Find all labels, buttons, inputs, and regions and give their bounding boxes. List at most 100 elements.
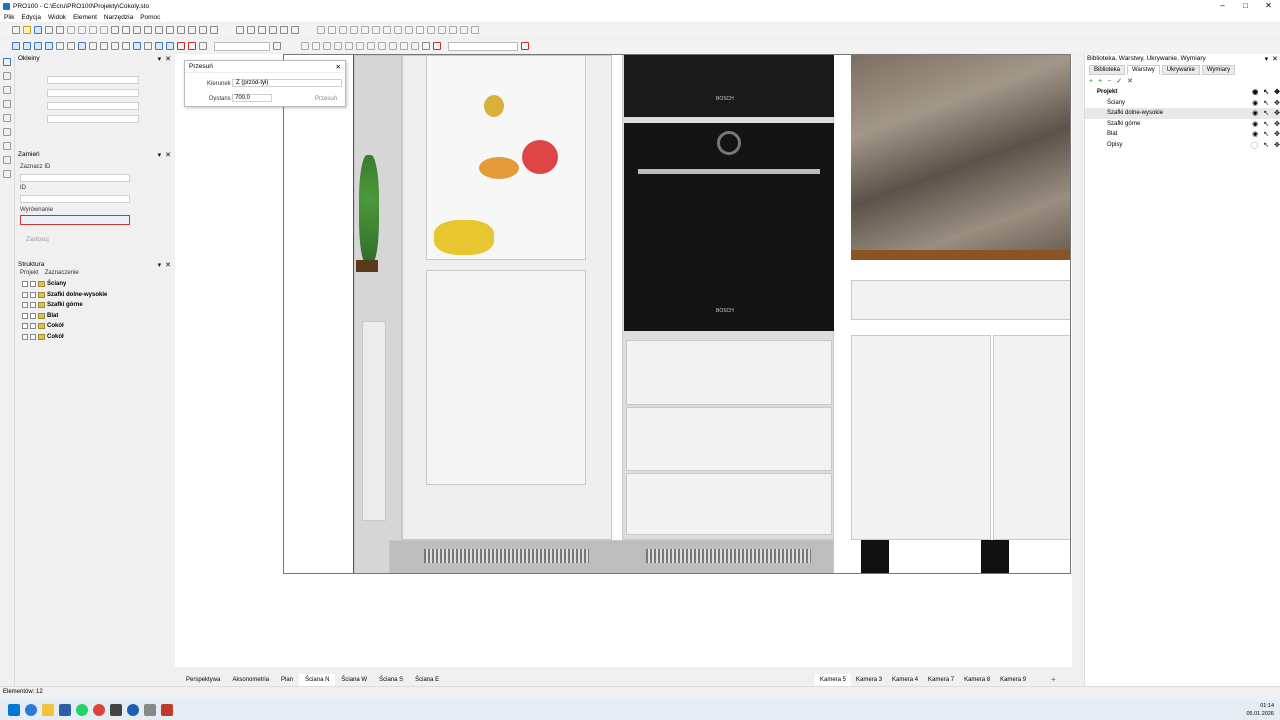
- maximize-button[interactable]: □: [1234, 0, 1257, 12]
- tool-d-icon[interactable]: [334, 42, 342, 50]
- fill-tool-icon[interactable]: [3, 128, 11, 136]
- explorer-icon[interactable]: [42, 704, 54, 716]
- zoom-select[interactable]: [214, 41, 270, 51]
- ungroup-icon[interactable]: [449, 26, 457, 34]
- layer-row[interactable]: Szafki górne ◉ ↖ ✥: [1085, 119, 1280, 130]
- move-icon[interactable]: [199, 26, 207, 34]
- settings-icon[interactable]: [133, 26, 141, 34]
- cursor-icon[interactable]: ↖: [1263, 88, 1269, 96]
- start-icon[interactable]: [8, 704, 20, 716]
- menu-edycja[interactable]: Edycja: [21, 14, 41, 21]
- layer-row[interactable]: Szafki dolne-wysokie ◉ ↖ ✥: [1085, 108, 1280, 119]
- tab-ukrywanie[interactable]: Ukrywanie: [1161, 65, 1200, 75]
- whatsapp-icon[interactable]: [76, 704, 88, 716]
- pointer-icon[interactable]: [3, 58, 11, 66]
- layer-row[interactable]: Blat ◉ ↖ ✥: [1085, 129, 1280, 140]
- measure-icon[interactable]: [122, 42, 130, 50]
- distance-input[interactable]: 700,0: [232, 94, 272, 102]
- tool-c-icon[interactable]: [323, 42, 331, 50]
- align-right-icon[interactable]: [339, 26, 347, 34]
- save-icon[interactable]: [34, 26, 42, 34]
- tab-sciana-s[interactable]: Ściana S: [373, 674, 409, 686]
- oven-knob[interactable]: [717, 131, 741, 155]
- tab-wymiary[interactable]: Wymiary: [1201, 65, 1236, 75]
- snap-edge-icon[interactable]: [166, 42, 174, 50]
- chrome-icon[interactable]: [93, 704, 105, 716]
- menu-narzedzia[interactable]: Narzędzia: [104, 14, 133, 21]
- same-depth-icon[interactable]: [427, 26, 435, 34]
- tab-kamera-7[interactable]: Kamera 7: [923, 674, 959, 686]
- zoom-icon[interactable]: [155, 26, 163, 34]
- view-back-icon[interactable]: [269, 26, 277, 34]
- check-icon[interactable]: ✓: [1116, 77, 1122, 85]
- distribute-h-icon[interactable]: [383, 26, 391, 34]
- redo-icon[interactable]: [122, 26, 130, 34]
- tab-projekt[interactable]: Projekt: [20, 270, 39, 276]
- eraser-icon[interactable]: [111, 42, 119, 50]
- layer-select[interactable]: [448, 41, 518, 51]
- tree-item[interactable]: Ściany: [22, 279, 173, 290]
- pro100-icon[interactable]: [161, 704, 173, 716]
- group-icon[interactable]: [438, 26, 446, 34]
- dim-tool-icon[interactable]: [3, 142, 11, 150]
- align-top-icon[interactable]: [350, 26, 358, 34]
- clear-icon[interactable]: ✕: [1127, 77, 1133, 85]
- menu-element[interactable]: Element: [73, 14, 97, 21]
- tree-item[interactable]: Cokół: [22, 321, 173, 332]
- tree-item[interactable]: Szafki dolne-wysokie: [22, 290, 173, 301]
- move-button[interactable]: Przesuń: [315, 96, 337, 102]
- app-icon[interactable]: [127, 704, 139, 716]
- cube-icon[interactable]: [23, 42, 31, 50]
- record-icon[interactable]: [188, 42, 196, 50]
- tool-k-icon[interactable]: [411, 42, 419, 50]
- layer-row[interactable]: Opisy ◯ ↖ ✥: [1085, 140, 1280, 151]
- grid-icon[interactable]: [133, 42, 141, 50]
- same-width-icon[interactable]: [405, 26, 413, 34]
- align-bottom-icon[interactable]: [372, 26, 380, 34]
- tool-f-icon[interactable]: [356, 42, 364, 50]
- zoom-in-icon[interactable]: [273, 42, 281, 50]
- okleina-field-1[interactable]: [47, 76, 139, 84]
- zoom-window-icon[interactable]: [144, 26, 152, 34]
- tab-biblioteka[interactable]: Biblioteka: [1089, 65, 1126, 75]
- tree-item[interactable]: Cokół: [22, 332, 173, 343]
- view-top-icon[interactable]: [247, 26, 255, 34]
- pen-tool-icon[interactable]: [3, 114, 11, 122]
- align-middle-icon[interactable]: [361, 26, 369, 34]
- view-right-icon[interactable]: [291, 26, 299, 34]
- app-icon[interactable]: [110, 704, 122, 716]
- close-icon[interactable]: ✕: [165, 261, 171, 269]
- rect-tool-icon[interactable]: [3, 100, 11, 108]
- menu-widok[interactable]: Widok: [48, 14, 66, 21]
- line-tool-icon[interactable]: [3, 86, 11, 94]
- settings-icon[interactable]: [144, 704, 156, 716]
- open-folder-icon[interactable]: [23, 26, 31, 34]
- tab-kamera-9[interactable]: Kamera 9: [995, 674, 1031, 686]
- add-sublayer-icon[interactable]: +: [1098, 78, 1102, 85]
- tab-warstwy[interactable]: Warstwy: [1127, 65, 1160, 75]
- render-icon[interactable]: [34, 42, 42, 50]
- view-side-icon[interactable]: [258, 26, 266, 34]
- calculator-icon[interactable]: [210, 26, 218, 34]
- link-icon[interactable]: [177, 26, 185, 34]
- tool-j-icon[interactable]: [400, 42, 408, 50]
- wireframe-icon[interactable]: [45, 42, 53, 50]
- copy-icon[interactable]: [78, 26, 86, 34]
- pin-icon[interactable]: ▾: [1265, 55, 1269, 63]
- dialog-close-icon[interactable]: ✕: [336, 63, 341, 71]
- minimize-button[interactable]: –: [1211, 0, 1234, 12]
- mirror-icon[interactable]: [460, 26, 468, 34]
- view-left-icon[interactable]: [280, 26, 288, 34]
- eye-icon[interactable]: [144, 42, 152, 50]
- tab-sciana-n[interactable]: Ściana N: [299, 673, 336, 687]
- tab-kamera-3[interactable]: Kamera 3: [851, 674, 887, 686]
- align-left-icon[interactable]: [317, 26, 325, 34]
- tab-perspektywa[interactable]: Perspektywa: [180, 674, 226, 686]
- tool-g-icon[interactable]: [367, 42, 375, 50]
- print-icon[interactable]: [45, 26, 53, 34]
- rotate-icon[interactable]: [188, 26, 196, 34]
- add-layer-icon[interactable]: +: [1089, 78, 1093, 85]
- cut-icon[interactable]: [67, 26, 75, 34]
- okleina-field-4[interactable]: [47, 115, 139, 123]
- light-icon[interactable]: [89, 42, 97, 50]
